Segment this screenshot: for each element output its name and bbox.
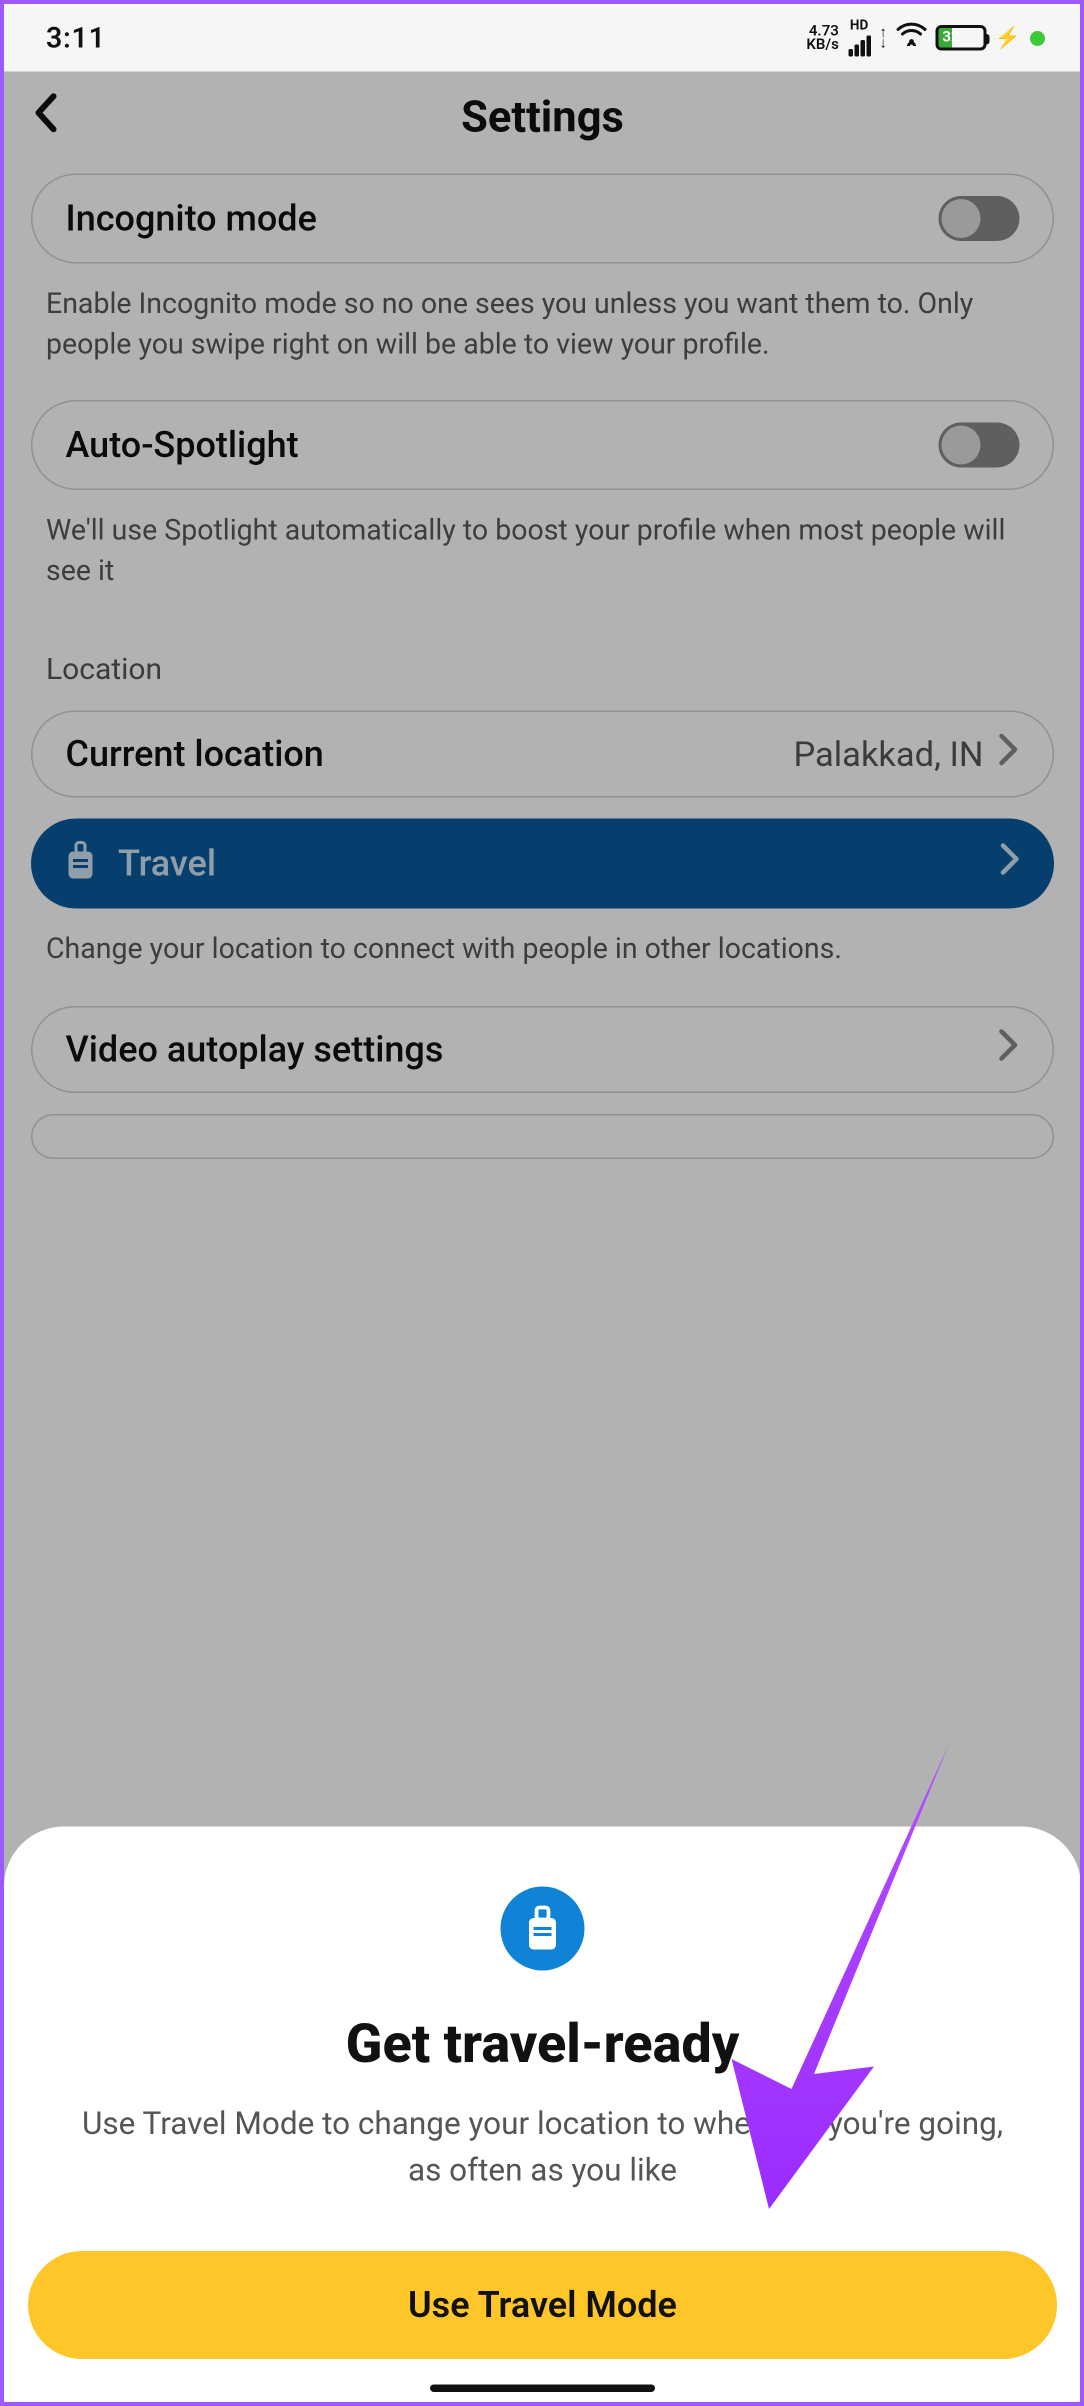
sheet-title: Get travel-ready (28, 2013, 1057, 2076)
cellular-signal-icon (848, 36, 871, 57)
wifi-icon (896, 22, 926, 54)
travel-mode-sheet: Get travel-ready Use Travel Mode to chan… (4, 1827, 1080, 2401)
privacy-dot-icon (1030, 30, 1045, 45)
data-arrows-icon: ↑↓ (879, 27, 887, 48)
charging-icon: ⚡ (995, 26, 1021, 50)
battery-icon: 32 (935, 25, 986, 51)
use-travel-mode-button[interactable]: Use Travel Mode (28, 2251, 1057, 2359)
sheet-description: Use Travel Mode to change your location … (28, 2103, 1057, 2194)
status-time: 3:11 (46, 21, 106, 56)
hd-indicator: HD (850, 19, 868, 34)
network-speed: 4.73 KB/s (806, 24, 838, 51)
status-bar: 3:11 4.73 KB/s HD ↑↓ 32 ⚡ (4, 4, 1080, 72)
suitcase-circle-icon (501, 1887, 585, 1971)
home-indicator[interactable] (430, 2385, 655, 2393)
